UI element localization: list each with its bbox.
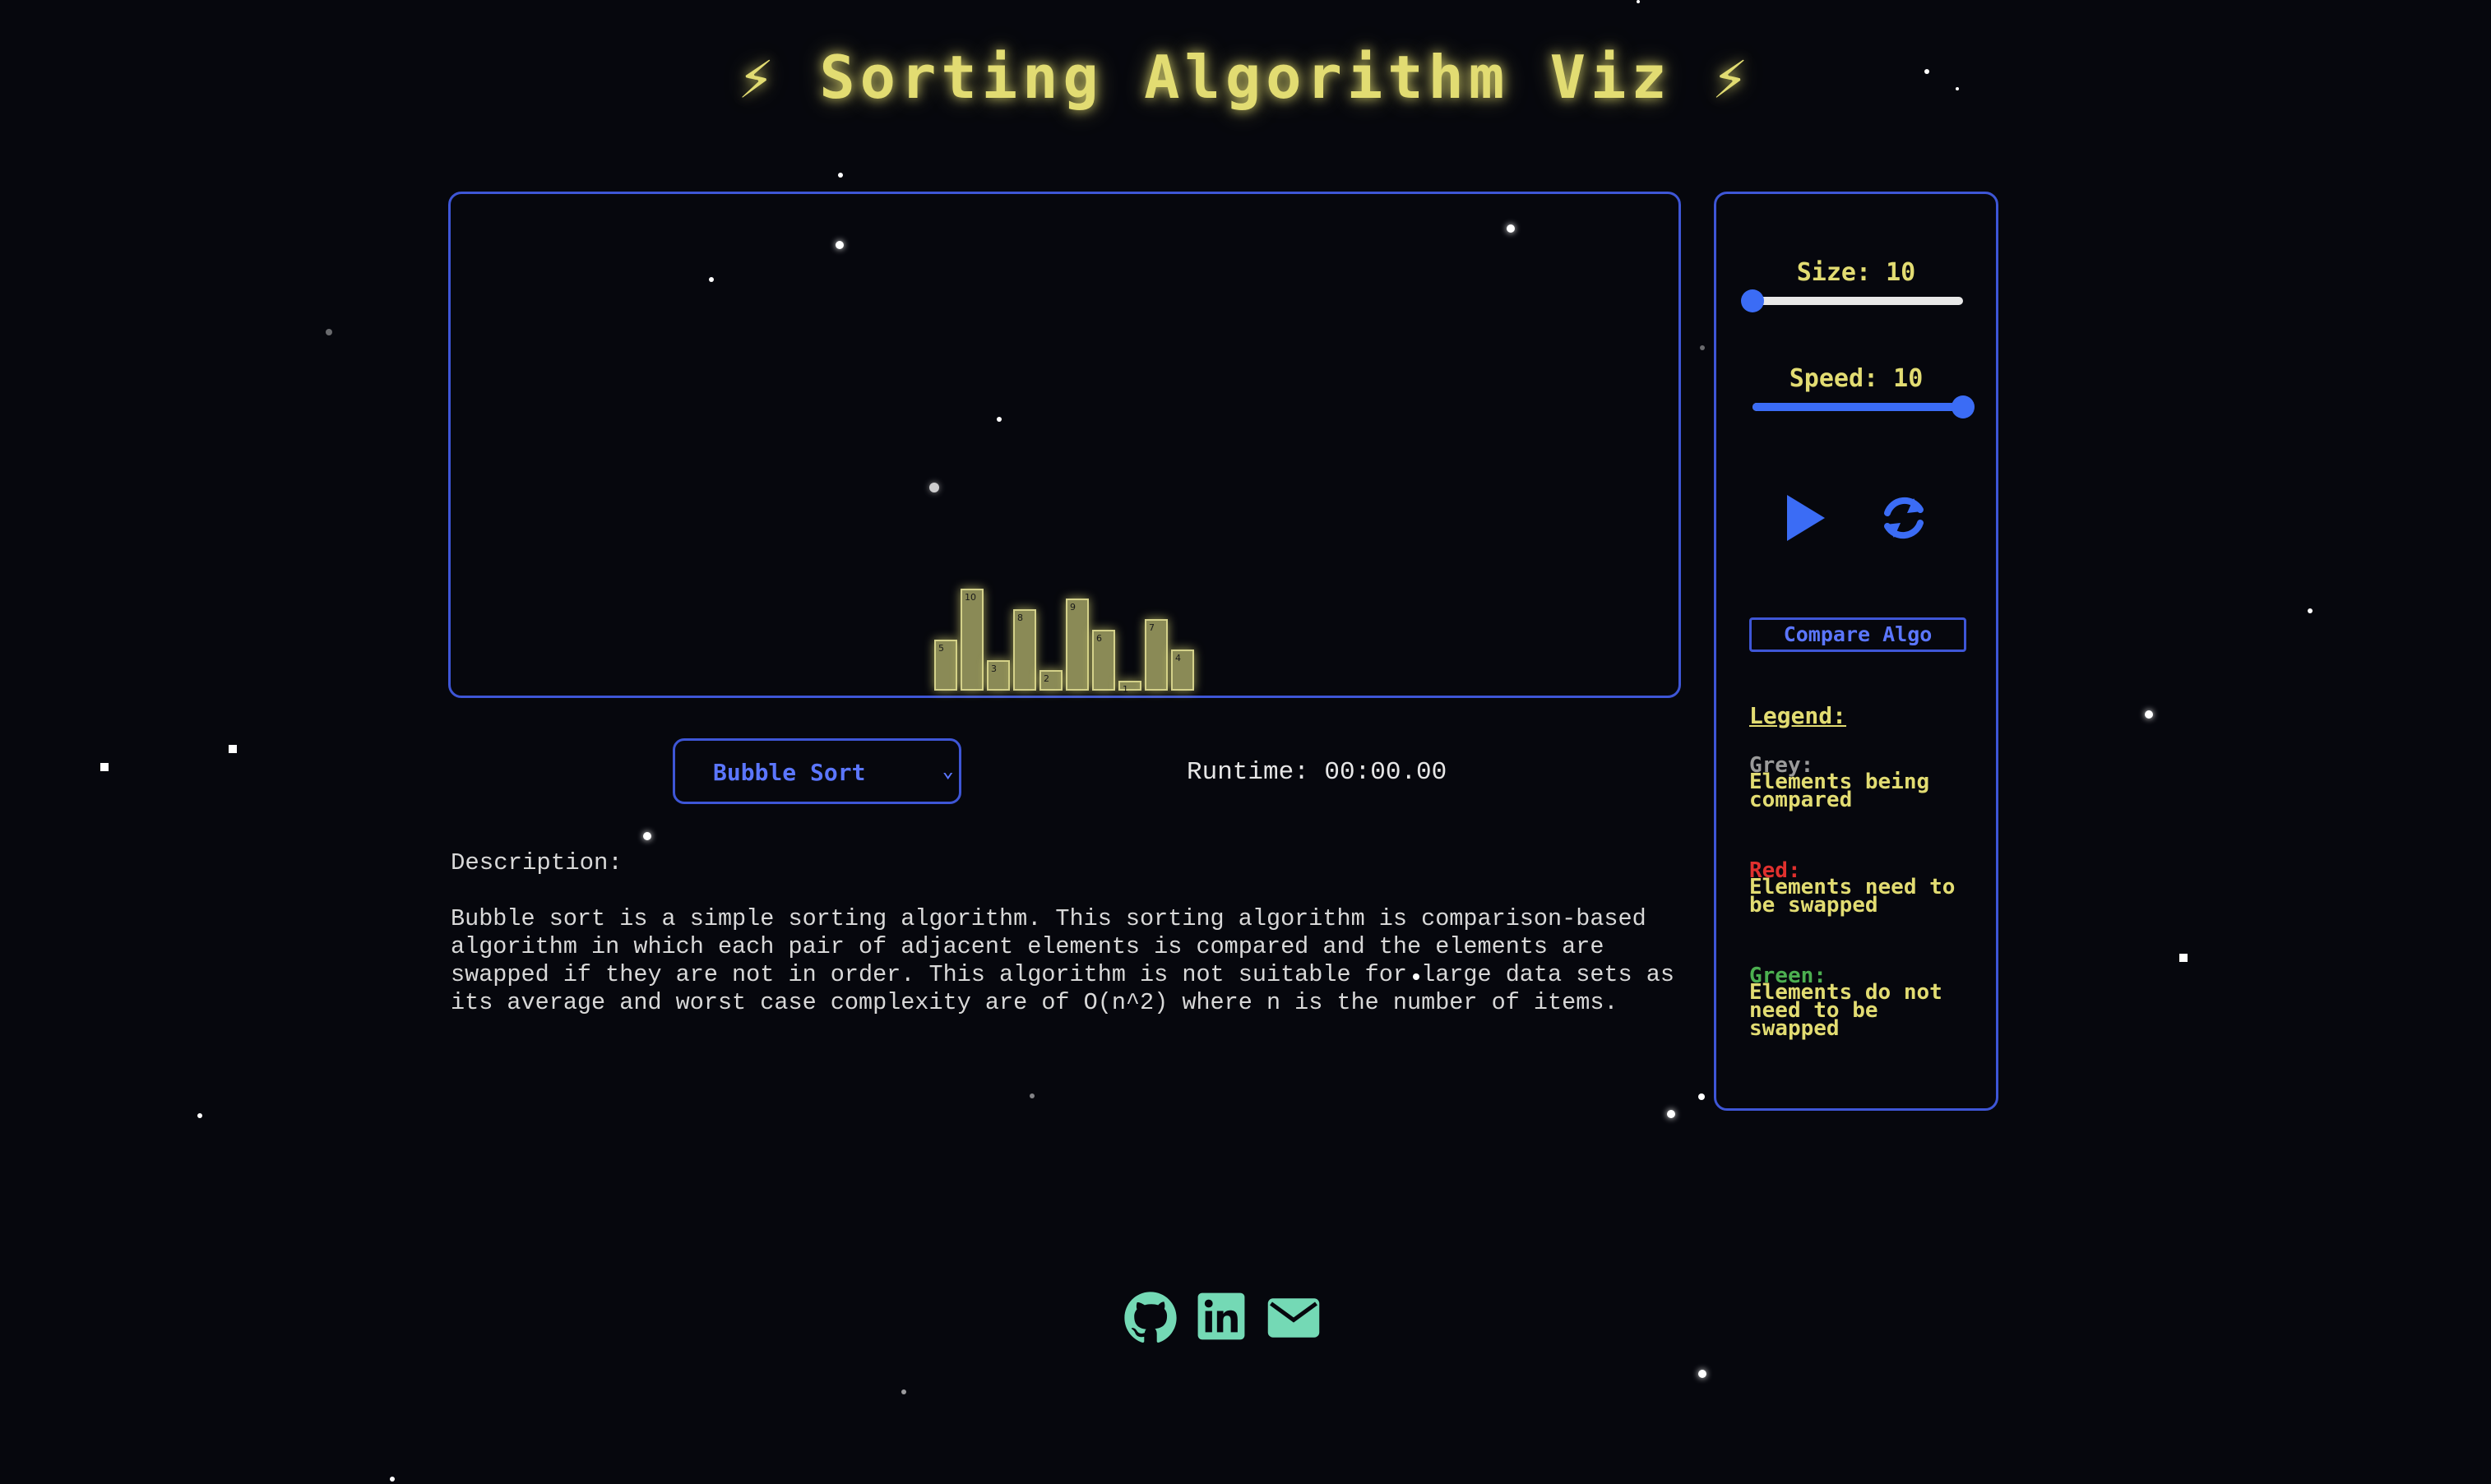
email-icon: [1267, 1298, 1320, 1338]
array-bar: 5: [934, 640, 957, 691]
array-bar: 8: [1013, 609, 1036, 691]
bars-container: 5 10 3 8 2 9 6 1 7 4: [451, 194, 1678, 696]
array-bar: 4: [1171, 650, 1194, 691]
speed-slider-thumb[interactable]: [1952, 395, 1975, 418]
array-bar: 6: [1092, 630, 1115, 691]
github-link[interactable]: [1123, 1291, 1178, 1348]
array-bar-value: 9: [1070, 602, 1076, 613]
array-bar: 9: [1066, 599, 1089, 691]
array-bar-value: 4: [1175, 653, 1181, 663]
algorithm-select[interactable]: Bubble Sort ⌄: [673, 738, 961, 804]
array-bar: 10: [961, 589, 984, 691]
speed-value: 10: [1893, 364, 1924, 393]
array-bar-value: 10: [965, 592, 976, 603]
speed-label: Speed: 10: [1716, 364, 1996, 393]
runtime-display: Runtime: 00:00.00: [1187, 758, 1447, 787]
array-bar-value: 2: [1044, 673, 1049, 684]
size-label: Size: 10: [1716, 258, 1996, 287]
control-sidebar: Size: 10 Speed: 10 Compare Algo Legend: …: [1714, 192, 1998, 1111]
chevron-down-icon: ⌄: [942, 759, 954, 782]
compare-algo-button[interactable]: Compare Algo: [1749, 617, 1966, 652]
speed-label-text: Speed:: [1789, 364, 1879, 393]
speed-slider-fill: [1752, 403, 1963, 411]
size-label-text: Size:: [1796, 258, 1872, 287]
array-bar-value: 8: [1017, 613, 1023, 623]
array-bar: 2: [1039, 670, 1063, 691]
visualizer-panel: 5 10 3 8 2 9 6 1 7 4: [448, 192, 1681, 698]
description-text: Bubble sort is a simple sorting algorith…: [451, 905, 1674, 1016]
array-bar-value: 1: [1123, 684, 1128, 695]
array-bar: 7: [1145, 619, 1168, 691]
linkedin-link[interactable]: [1196, 1291, 1247, 1345]
speed-slider[interactable]: [1752, 395, 1975, 418]
page-title: ⚡ Sorting Algorithm Viz ⚡: [738, 43, 1753, 112]
description-label: Description:: [451, 849, 623, 876]
legend-title: Legend:: [1749, 702, 1847, 729]
size-slider[interactable]: [1741, 289, 1963, 312]
legend-green-desc: Elements do not need to be swapped: [1749, 980, 1942, 1041]
reset-button[interactable]: [1878, 492, 1930, 548]
array-bar-value: 5: [938, 643, 944, 654]
legend-red-desc: Elements need to be swapped: [1749, 875, 1956, 918]
play-icon: [1787, 495, 1825, 541]
refresh-icon: [1884, 497, 1924, 539]
linkedin-icon: [1197, 1292, 1245, 1340]
legend-grey-desc: Elements being compared: [1749, 770, 1930, 812]
size-value: 10: [1886, 258, 1916, 287]
array-bar: 3: [987, 660, 1010, 691]
email-link[interactable]: [1266, 1297, 1321, 1342]
array-bar-value: 7: [1149, 622, 1155, 633]
array-bar-value: 6: [1096, 633, 1102, 644]
array-bar-value: 3: [991, 663, 997, 674]
size-slider-thumb[interactable]: [1741, 289, 1764, 312]
play-button[interactable]: [1784, 492, 1828, 548]
array-bar: 1: [1118, 681, 1141, 695]
algorithm-select-value: Bubble Sort: [713, 759, 866, 786]
github-icon: [1124, 1292, 1177, 1343]
